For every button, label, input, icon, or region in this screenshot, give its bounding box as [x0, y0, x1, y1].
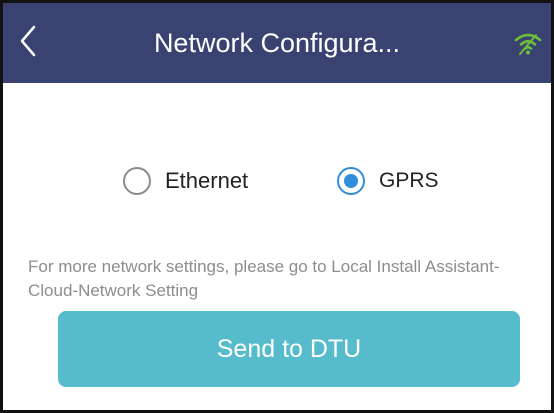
radio-label-ethernet: Ethernet: [165, 168, 249, 193]
radio-option-gprs[interactable]: GPRS: [337, 161, 439, 201]
screen-frame: Network Configura... Ethernet GPRS For m…: [0, 0, 554, 413]
network-type-selector: Ethernet GPRS: [3, 161, 551, 201]
radio-option-ethernet[interactable]: Ethernet: [123, 161, 248, 201]
radio-button-ethernet[interactable]: [123, 167, 151, 195]
page-title: Network Configura...: [153, 28, 401, 58]
app-header: Network Configura...: [3, 3, 551, 83]
radio-button-gprs[interactable]: [337, 167, 365, 195]
send-to-dtu-button[interactable]: Send to DTU: [58, 311, 520, 387]
back-button[interactable]: [13, 21, 43, 61]
chevron-left-icon: [20, 25, 36, 57]
wifi-icon: [514, 33, 542, 55]
network-settings-note: For more network settings, please go to …: [28, 257, 500, 300]
radio-label-gprs: GPRS: [379, 169, 439, 192]
